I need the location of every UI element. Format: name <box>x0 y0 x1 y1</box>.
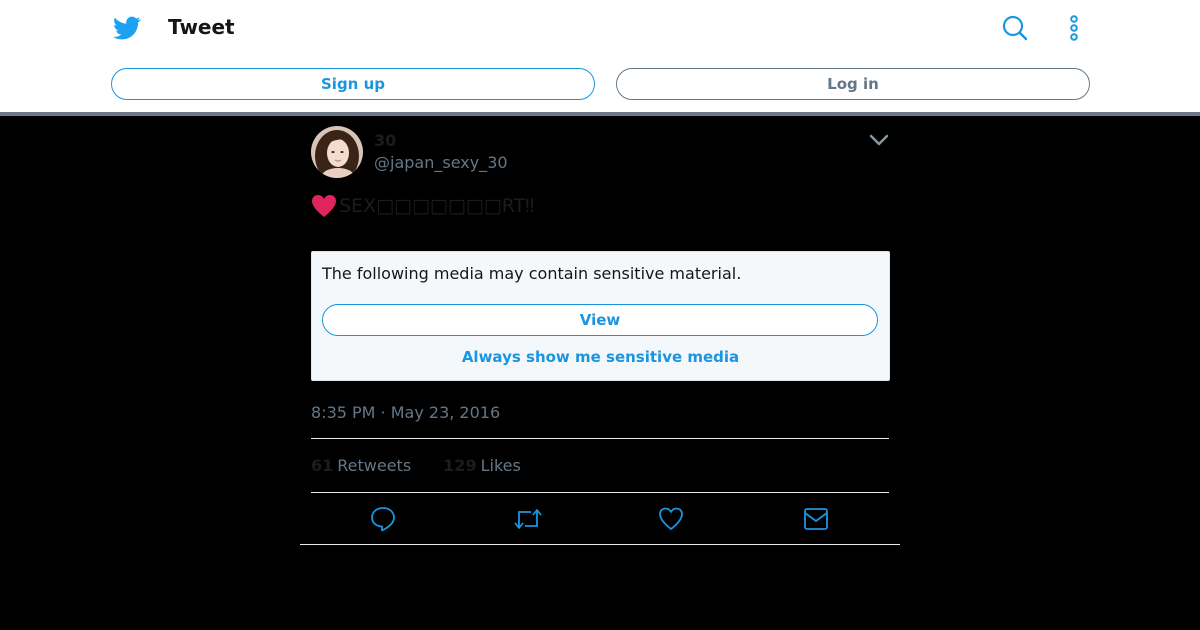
top-header: Tweet Sign up Log in <box>0 0 1200 112</box>
retweets-count: 61 <box>311 456 334 475</box>
likes-count: 129 <box>443 456 477 475</box>
sensitive-media-message: The following media may contain sensitiv… <box>322 264 742 283</box>
likes-label: Likes <box>480 456 521 475</box>
page-title: Tweet <box>168 15 235 39</box>
tweet-timestamp[interactable]: 8:35 PM · May 23, 2016 <box>311 403 500 422</box>
like-icon[interactable] <box>658 506 684 532</box>
chevron-down-icon[interactable] <box>868 132 890 148</box>
sign-up-button[interactable]: Sign up <box>111 68 595 100</box>
sensitive-media-notice: The following media may contain sensitiv… <box>311 251 890 381</box>
direct-message-icon[interactable] <box>803 506 829 532</box>
twitter-bird-icon[interactable] <box>112 14 142 42</box>
search-icon[interactable] <box>1002 15 1028 41</box>
more-vertical-icon[interactable] <box>1064 14 1084 42</box>
divider <box>311 438 889 439</box>
likes-stat[interactable]: 129 Likes <box>443 456 521 475</box>
tweet-text-body: SEX□□□□□□□RT‼ <box>339 195 535 217</box>
retweets-stat[interactable]: 61 Retweets <box>311 456 411 475</box>
always-show-sensitive-link[interactable]: Always show me sensitive media <box>312 348 889 366</box>
divider <box>300 544 900 545</box>
heart-emoji-icon <box>312 195 336 217</box>
tweet-text: SEX□□□□□□□RT‼ <box>311 194 534 218</box>
header-divider <box>0 112 1200 116</box>
view-media-button[interactable]: View <box>322 304 878 336</box>
tweet-stats: 61 Retweets 129 Likes <box>311 456 553 475</box>
divider <box>311 492 889 493</box>
reply-icon[interactable] <box>370 506 396 532</box>
retweet-icon[interactable] <box>513 506 543 532</box>
log-in-button[interactable]: Log in <box>616 68 1090 100</box>
avatar[interactable] <box>311 126 363 178</box>
author-display-name[interactable]: 30 <box>374 131 396 150</box>
retweets-label: Retweets <box>337 456 412 475</box>
author-handle[interactable]: @japan_sexy_30 <box>374 153 508 172</box>
